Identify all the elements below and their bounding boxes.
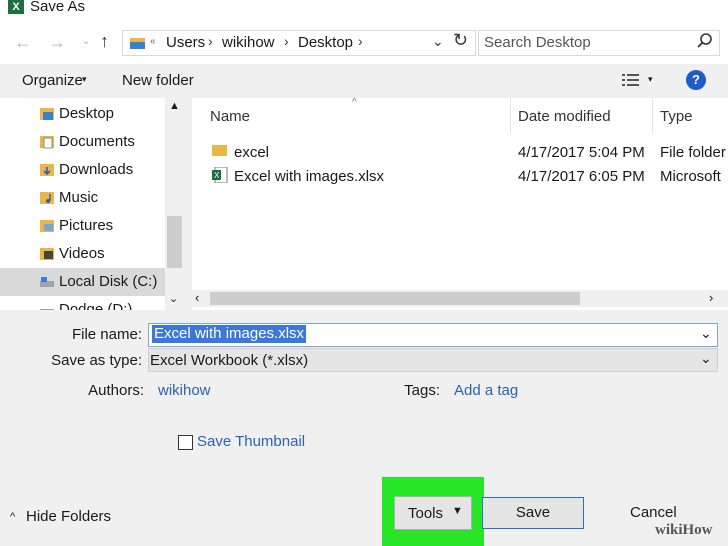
folder-location-icon: [130, 38, 145, 49]
column-header-name[interactable]: Name: [210, 108, 250, 125]
scroll-up-icon[interactable]: ▲: [169, 100, 180, 112]
sidebar-item-label: Music: [59, 189, 99, 206]
horizontal-scroll-thumb[interactable]: [210, 292, 580, 305]
videos-folder-icon: [40, 248, 54, 260]
breadcrumb-separator-icon[interactable]: ›: [284, 33, 289, 49]
file-name: Excel with images.xlsx: [234, 168, 385, 185]
file-type: File folder: [660, 144, 726, 161]
downloads-folder-icon: [40, 164, 54, 176]
drive-icon: [40, 309, 54, 310]
sidebar-item-drive-d[interactable]: Dodge (D:): [0, 296, 165, 310]
column-header-date[interactable]: Date modified: [518, 108, 611, 125]
sidebar-scrollbar[interactable]: [165, 98, 184, 310]
excel-file-icon: X: [212, 167, 228, 183]
sidebar-item-documents[interactable]: Documents: [0, 128, 165, 156]
file-date: 4/17/2017 6:05 PM: [518, 168, 645, 185]
forward-arrow-icon[interactable]: →: [48, 32, 66, 53]
view-options-icon[interactable]: [622, 73, 640, 87]
breadcrumb-desktop[interactable]: Desktop: [298, 34, 353, 51]
recent-locations-chevron-icon[interactable]: ⌄: [82, 36, 90, 47]
view-dropdown-icon[interactable]: ▾: [648, 74, 653, 85]
sidebar-item-label: Dodge (D:): [59, 301, 133, 310]
file-date: 4/17/2017 5:04 PM: [518, 144, 645, 161]
save-type-value[interactable]: Excel Workbook (*.xlsx): [150, 352, 308, 369]
authors-field[interactable]: wikihow: [158, 382, 211, 399]
organize-button[interactable]: Organize: [22, 72, 83, 89]
sidebar-scroll-thumb[interactable]: [167, 216, 182, 268]
search-icon[interactable]: [695, 31, 715, 51]
file-list: [192, 98, 728, 310]
tools-label: Tools: [408, 505, 444, 522]
breadcrumb-separator-icon[interactable]: ›: [358, 33, 363, 49]
sidebar-item-pictures[interactable]: Pictures: [0, 212, 165, 240]
back-arrow-icon[interactable]: ←: [14, 32, 32, 53]
command-bar: [0, 64, 728, 98]
sidebar-item-downloads[interactable]: Downloads: [0, 156, 165, 184]
authors-label: Authors:: [88, 382, 144, 399]
tags-label: Tags:: [404, 382, 440, 399]
up-arrow-icon[interactable]: ↑: [100, 31, 109, 52]
table-row[interactable]: excel 4/17/2017 5:04 PM File folder: [192, 140, 728, 164]
tags-field[interactable]: Add a tag: [454, 382, 518, 399]
table-row[interactable]: X Excel with images.xlsx 4/17/2017 6:05 …: [192, 164, 728, 188]
scroll-left-icon[interactable]: ‹: [195, 290, 199, 305]
sidebar-item-videos[interactable]: Videos: [0, 240, 165, 268]
new-folder-button[interactable]: New folder: [122, 72, 194, 89]
sidebar-item-desktop[interactable]: Desktop: [0, 100, 165, 128]
cancel-button[interactable]: Cancel: [630, 504, 677, 521]
file-name: excel: [234, 144, 270, 161]
save-type-label: Save as type:: [51, 352, 142, 369]
help-icon[interactable]: ?: [686, 70, 706, 90]
sidebar-item-label: Downloads: [59, 161, 134, 178]
svg-text:X: X: [214, 171, 220, 180]
breadcrumb-separator-icon[interactable]: ›: [208, 33, 213, 49]
sidebar-item-label: Pictures: [59, 217, 114, 234]
file-type: Microsoft: [660, 168, 721, 185]
tools-dropdown-icon: ▼: [452, 505, 463, 517]
file-name-dropdown-icon[interactable]: ⌄: [700, 325, 712, 342]
column-divider[interactable]: [652, 98, 653, 134]
music-folder-icon: [40, 192, 54, 204]
save-thumbnail-checkbox[interactable]: [178, 435, 193, 450]
title-bar: [0, 0, 728, 22]
breadcrumb-users[interactable]: Users: [166, 34, 205, 51]
save-type-dropdown-icon[interactable]: ⌄: [700, 350, 712, 367]
overflow-chevron-icon[interactable]: «: [150, 36, 156, 47]
documents-folder-icon: [40, 136, 54, 149]
sidebar-item-label: Desktop: [59, 105, 115, 122]
refresh-icon[interactable]: ↻: [453, 30, 468, 51]
column-divider[interactable]: [510, 98, 511, 134]
hide-folders-button[interactable]: Hide Folders: [26, 508, 111, 525]
pictures-folder-icon: [40, 220, 54, 232]
sort-ascending-icon: ^: [352, 97, 357, 108]
scroll-right-icon[interactable]: ›: [709, 290, 713, 305]
desktop-folder-icon: [40, 108, 54, 120]
sidebar-item-music[interactable]: Music: [0, 184, 165, 212]
hide-folders-chevron-icon[interactable]: ^: [10, 511, 15, 523]
address-dropdown-icon[interactable]: ⌄: [432, 33, 444, 50]
file-name-input[interactable]: Excel with images.xlsx: [152, 325, 307, 343]
breadcrumb-wikihow[interactable]: wikihow: [222, 34, 275, 51]
file-name-label: File name:: [71, 326, 142, 343]
sidebar-item-label: Documents: [59, 133, 135, 150]
sidebar-item-label: Videos: [59, 245, 105, 262]
navigation-pane: Desktop Documents Downloads Music Pictur…: [0, 98, 184, 310]
sidebar-item-local-disk[interactable]: Local Disk (C:): [0, 268, 165, 296]
folder-icon: [212, 145, 227, 156]
save-thumbnail-label[interactable]: Save Thumbnail: [197, 433, 305, 450]
hard-drive-icon: [40, 277, 54, 287]
window-title: Save As: [30, 0, 86, 15]
search-input[interactable]: Search Desktop: [484, 34, 591, 51]
organize-dropdown-icon[interactable]: ▾: [82, 74, 87, 85]
wikihow-watermark: wikiHow: [655, 522, 713, 538]
sidebar-item-label: Local Disk (C:): [59, 273, 158, 290]
excel-app-icon: X: [8, 0, 24, 14]
scroll-down-icon[interactable]: ⌄: [169, 292, 178, 305]
save-label: Save: [515, 504, 551, 521]
column-header-type[interactable]: Type: [660, 108, 693, 125]
